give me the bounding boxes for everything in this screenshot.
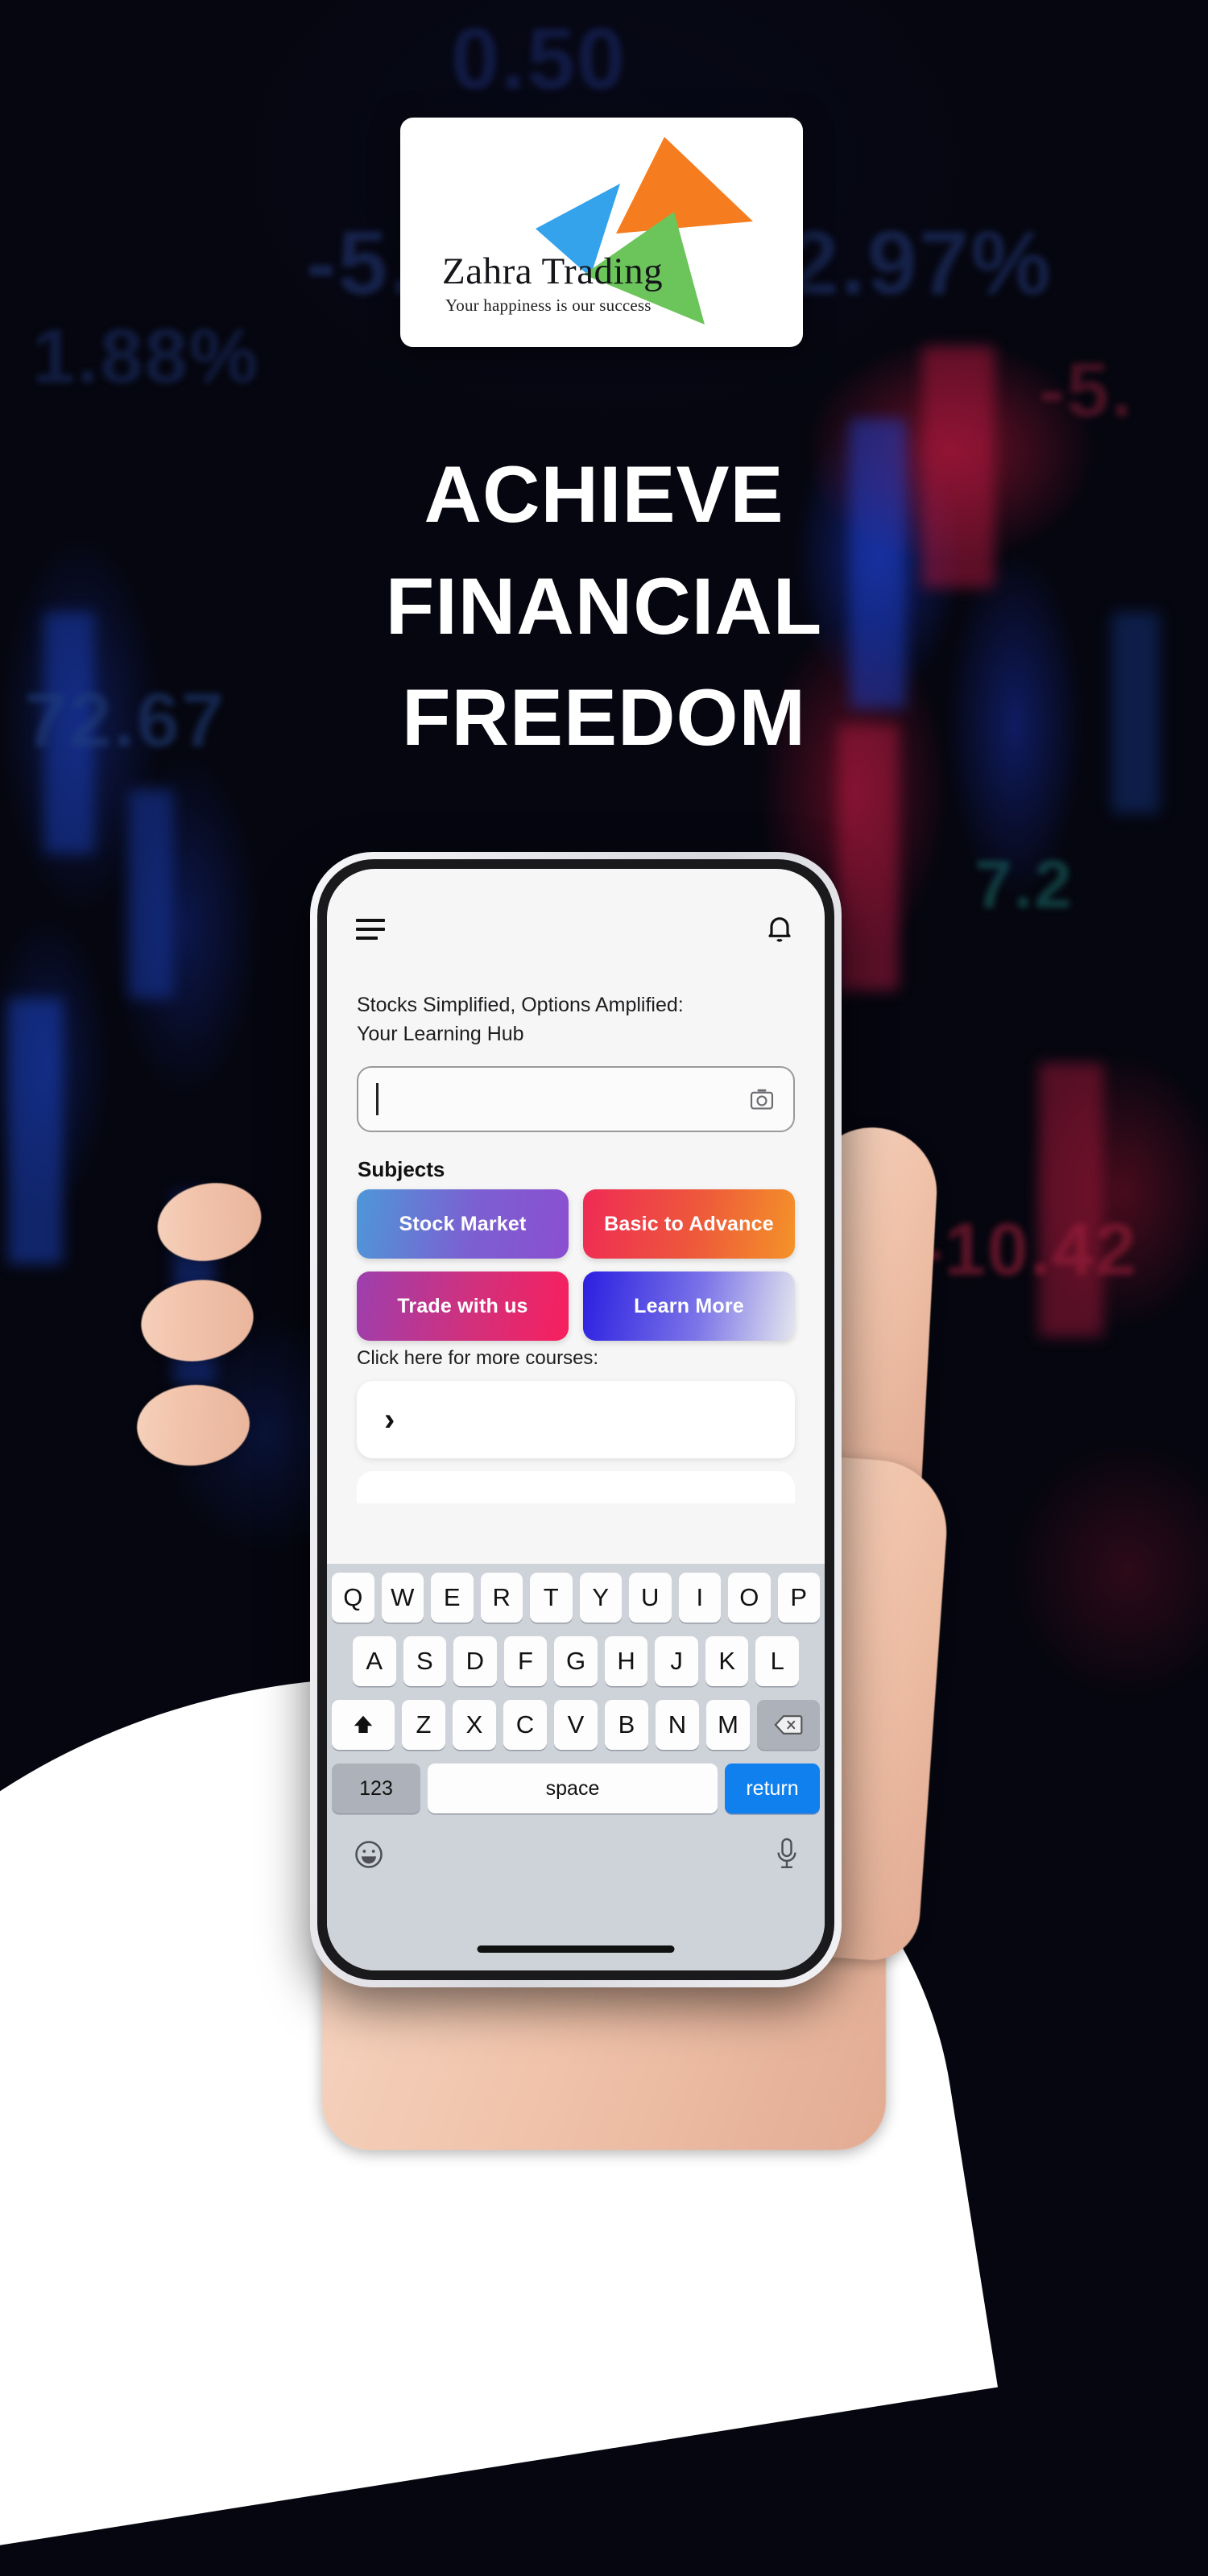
key-b[interactable]: B xyxy=(605,1700,648,1750)
key-z[interactable]: Z xyxy=(402,1700,445,1750)
key-q[interactable]: Q xyxy=(332,1573,374,1623)
key-f[interactable]: F xyxy=(503,1636,548,1686)
key-k[interactable]: K xyxy=(705,1636,749,1686)
bg-candle xyxy=(8,999,63,1264)
bell-icon[interactable] xyxy=(763,912,796,946)
subjects-grid: Stock Market Basic to Advance Trade with… xyxy=(357,1189,795,1341)
bg-ghost-number: -5. xyxy=(1039,347,1135,433)
app-header xyxy=(327,901,825,957)
bg-ghost-number: 7.2 xyxy=(974,846,1074,922)
more-courses-card[interactable]: › xyxy=(357,1381,795,1458)
microphone-icon[interactable] xyxy=(775,1838,799,1871)
headline-line-1: ACHIEVE xyxy=(424,449,784,539)
key-i[interactable]: I xyxy=(678,1573,721,1623)
key-m[interactable]: M xyxy=(706,1700,750,1750)
key-n[interactable]: N xyxy=(656,1700,699,1750)
key-w[interactable]: W xyxy=(381,1573,424,1623)
return-key[interactable]: return xyxy=(725,1764,820,1813)
hamburger-icon[interactable] xyxy=(356,919,385,940)
subject-button-basic-to-advance[interactable]: Basic to Advance xyxy=(583,1189,795,1259)
key-o[interactable]: O xyxy=(728,1573,771,1623)
key-y[interactable]: Y xyxy=(579,1573,622,1623)
key-c[interactable]: C xyxy=(503,1700,547,1750)
finger xyxy=(134,1381,253,1470)
bg-candle xyxy=(129,789,173,999)
search-input[interactable] xyxy=(357,1066,795,1132)
finger xyxy=(135,1272,259,1369)
logo-card: Zahra Trading Your happiness is our succ… xyxy=(400,118,803,347)
camera-icon[interactable] xyxy=(748,1087,776,1111)
key-j[interactable]: J xyxy=(655,1636,698,1686)
keyboard-row-1: QWERTYUIOP xyxy=(332,1573,820,1623)
headline-line-2: FINANCIAL xyxy=(385,560,823,651)
app-tagline-line-2: Your Learning Hub xyxy=(357,1022,524,1045)
more-courses-label: Click here for more courses: xyxy=(357,1347,599,1369)
keyboard-function-row: 123 space return xyxy=(332,1764,820,1813)
logo-brand-tagline: Your happiness is our success xyxy=(445,296,652,315)
emoji-smiley-icon[interactable] xyxy=(353,1838,385,1871)
chevron-right-icon: › xyxy=(384,1402,395,1437)
numeric-key[interactable]: 123 xyxy=(332,1764,420,1813)
key-r[interactable]: R xyxy=(480,1573,523,1623)
page-title: ACHIEVE FINANCIAL FREEDOM xyxy=(0,439,1208,774)
finger xyxy=(150,1173,269,1271)
app-tagline-line-1: Stocks Simplified, Options Amplified: xyxy=(357,994,684,1016)
key-l[interactable]: L xyxy=(755,1636,800,1686)
phone-bezel: Stocks Simplified, Options Amplified: Yo… xyxy=(317,859,834,1980)
backspace-icon xyxy=(774,1715,803,1735)
app-tagline: Stocks Simplified, Options Amplified: Yo… xyxy=(357,991,795,1048)
key-s[interactable]: S xyxy=(403,1636,447,1686)
space-key[interactable]: space xyxy=(428,1764,718,1813)
phone-screen: Stocks Simplified, Options Amplified: Yo… xyxy=(327,869,825,1970)
more-courses-card-next[interactable] xyxy=(357,1471,795,1503)
headline-line-3: FREEDOM xyxy=(402,672,806,763)
delete-key[interactable] xyxy=(757,1700,820,1750)
key-d[interactable]: D xyxy=(453,1636,497,1686)
keyboard-row-2: ASDFGHJKL xyxy=(332,1636,820,1686)
subjects-heading: Subjects xyxy=(358,1157,445,1181)
key-u[interactable]: U xyxy=(629,1573,672,1623)
shift-arrow-icon xyxy=(354,1715,373,1733)
key-g[interactable]: G xyxy=(554,1636,598,1686)
key-e[interactable]: E xyxy=(431,1573,474,1623)
keyboard-row-3: ZXCVBNM xyxy=(332,1700,820,1750)
key-v[interactable]: V xyxy=(554,1700,598,1750)
smartphone-mockup: Stocks Simplified, Options Amplified: Yo… xyxy=(310,852,846,1995)
subject-button-trade-with-us[interactable]: Trade with us xyxy=(357,1271,569,1341)
home-indicator xyxy=(477,1945,675,1953)
logo-brand-name: Zahra Trading xyxy=(442,250,664,292)
shift-key[interactable] xyxy=(332,1700,395,1750)
subject-button-learn-more[interactable]: Learn More xyxy=(583,1271,795,1341)
text-caret xyxy=(376,1083,379,1115)
key-p[interactable]: P xyxy=(777,1573,820,1623)
keyboard-bottom-bar xyxy=(332,1827,820,1877)
key-x[interactable]: X xyxy=(453,1700,496,1750)
bg-ghost-number: 0.50 xyxy=(451,10,627,107)
key-t[interactable]: T xyxy=(530,1573,573,1623)
virtual-keyboard: QWERTYUIOP ASDFGHJKL ZXCVBNM 123 space r… xyxy=(327,1564,825,1970)
subject-button-stock-market[interactable]: Stock Market xyxy=(357,1189,569,1259)
phone-frame: Stocks Simplified, Options Amplified: Yo… xyxy=(310,852,842,1987)
bg-ghost-number: 1.88% xyxy=(32,313,260,399)
key-a[interactable]: A xyxy=(352,1636,396,1686)
key-h[interactable]: H xyxy=(604,1636,648,1686)
